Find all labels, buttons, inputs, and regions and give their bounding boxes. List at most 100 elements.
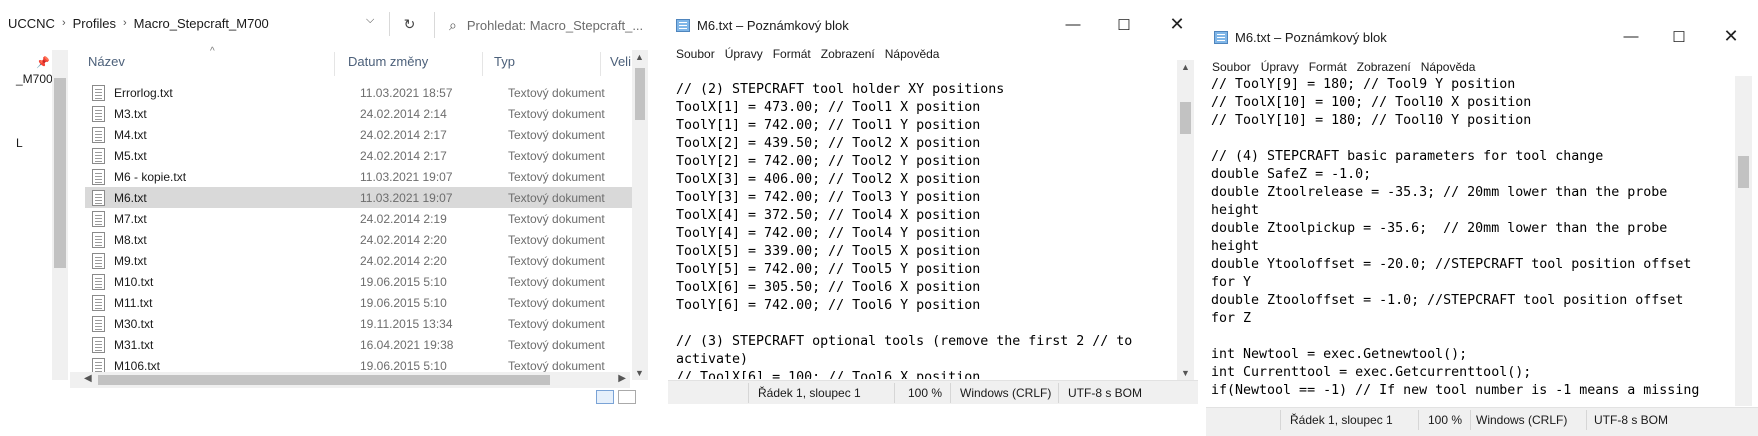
maximize-icon[interactable]: ☐ <box>1109 16 1139 34</box>
nav-scrollbar-thumb[interactable] <box>54 78 66 268</box>
nav-item[interactable]: _M700 <box>16 72 53 86</box>
vertical-scrollbar[interactable]: ▲ ▼ <box>1177 60 1194 380</box>
breadcrumb[interactable]: UCCNC › Profiles › Macro_Stepcraft_M700 <box>8 10 442 36</box>
menu-item[interactable]: Formát <box>773 47 811 61</box>
text-line <box>1211 130 1731 148</box>
column-header-name[interactable]: Název <box>88 54 125 76</box>
file-type: Textový dokument <box>508 190 605 205</box>
vertical-scrollbar[interactable] <box>1735 76 1752 406</box>
text-line: activate) <box>676 352 749 367</box>
nav-item[interactable]: L <box>16 136 23 150</box>
file-row[interactable]: M8.txt 24.02.2014 2:20 Textový dokument <box>85 229 632 250</box>
maximize-icon[interactable]: ☐ <box>1664 28 1694 46</box>
file-row[interactable]: M11.txt 19.06.2015 5:10 Textový dokument <box>85 292 632 313</box>
breadcrumb-item[interactable]: UCCNC <box>8 16 55 31</box>
search-input[interactable]: ⌕ Prohledat: Macro_Stepcraft_... <box>434 12 644 38</box>
details-view-icon[interactable] <box>596 390 614 404</box>
menu-item[interactable]: Nápověda <box>885 47 940 61</box>
text-file-icon <box>92 105 105 122</box>
status-bar: Řádek 1, sloupec 1 100 % Windows (CRLF) … <box>1206 407 1758 436</box>
file-row[interactable]: M6 - kopie.txt 11.03.2021 19:07 Textový do… <box>85 166 632 187</box>
text-line: for Y <box>1211 275 1252 290</box>
file-row[interactable]: M10.txt 19.06.2015 5:10 Textový dokument <box>85 271 632 292</box>
file-type: Textový dokument <box>508 337 605 352</box>
file-date: 11.03.2021 19:07 <box>360 169 453 184</box>
column-divider[interactable] <box>482 52 483 76</box>
window-title-text: M6.txt – Poznámkový blok <box>697 18 849 33</box>
text-line: for Z <box>1211 311 1252 326</box>
text-line: height <box>1211 203 1260 218</box>
scroll-left-icon[interactable]: ◀ <box>84 373 92 384</box>
file-date: 24.02.2014 2:17 <box>360 148 447 163</box>
file-row[interactable]: M4.txt 24.02.2014 2:17 Textový dokument <box>85 124 632 145</box>
file-type: Textový dokument <box>508 148 605 163</box>
text-line <box>1211 328 1731 346</box>
file-row[interactable]: M7.txt 24.02.2014 2:19 Textový dokument <box>85 208 632 229</box>
file-type: Textový dokument <box>508 211 605 226</box>
column-header-type[interactable]: Typ <box>494 54 515 76</box>
file-row[interactable]: M30.txt 19.11.2015 13:34 Textový dokument <box>85 313 632 334</box>
chevron-down-icon[interactable]: ⌵ <box>366 14 374 27</box>
breadcrumb-item[interactable]: Macro_Stepcraft_M700 <box>134 16 269 31</box>
vertical-scrollbar[interactable]: ▲ ▼ <box>632 50 648 380</box>
menu-item[interactable]: Zobrazení <box>1357 60 1411 74</box>
menu-item[interactable]: Nápověda <box>1421 60 1476 74</box>
text-line: ToolX[5] = 339.00; // Tool5 X position <box>676 244 981 259</box>
file-row[interactable]: Errorlog.txt 11.03.2021 18:57 Textový doku… <box>85 82 632 103</box>
text-editor[interactable]: // ToolY[9] = 180; // Tool9 Y position //… <box>1211 76 1731 408</box>
menu-item[interactable]: Úpravy <box>725 47 763 61</box>
text-line: ToolY[2] = 742.00; // Tool2 Y position <box>676 154 981 169</box>
column-header-date[interactable]: Datum změny <box>348 54 428 76</box>
nav-scrollbar[interactable] <box>52 50 68 380</box>
scroll-up-icon[interactable]: ▲ <box>1181 62 1190 72</box>
file-row[interactable]: M9.txt 24.02.2014 2:20 Textový dokument <box>85 250 632 271</box>
text-line: int Newtool = exec.Getnewtool(); <box>1211 347 1468 362</box>
file-row[interactable]: M3.txt 24.02.2014 2:14 Textový dokument <box>85 103 632 124</box>
text-editor[interactable]: // (2) STEPCRAFT tool holder XY position… <box>676 81 1176 379</box>
column-divider[interactable] <box>334 52 335 76</box>
file-type: Textový dokument <box>508 127 605 142</box>
scrollbar-thumb[interactable] <box>1180 102 1191 134</box>
column-header-size[interactable]: Veli <box>610 54 631 76</box>
file-row[interactable]: M31.txt 16.04.2021 19:38 Textový dokument <box>85 334 632 355</box>
scrollbar-thumb[interactable] <box>1738 156 1749 188</box>
refresh-icon[interactable]: ↻ <box>389 12 429 36</box>
menu-item[interactable]: Úpravy <box>1261 60 1299 74</box>
text-line: int Currenttool = exec.Getcurrenttool(); <box>1211 365 1532 380</box>
text-line: ToolY[5] = 742.00; // Tool5 Y position <box>676 262 981 277</box>
minimize-icon[interactable]: — <box>1058 16 1088 33</box>
breadcrumb-item[interactable]: Profiles <box>73 16 116 31</box>
status-line-ending: Windows (CRLF) <box>960 386 1052 400</box>
scroll-up-icon[interactable]: ▲ <box>635 52 644 62</box>
menu-item[interactable]: Formát <box>1309 60 1347 74</box>
file-name: M31.txt <box>114 337 154 352</box>
text-line: // (4) STEPCRAFT basic parameters for to… <box>1211 149 1604 164</box>
pin-icon[interactable]: 📌 <box>36 56 50 69</box>
text-line: ToolX[3] = 406.00; // Tool2 X position <box>676 172 981 187</box>
text-line: // ToolX[10] = 100; // Tool10 X position <box>1211 95 1532 110</box>
title-bar[interactable]: M6.txt – Poznámkový blok — ☐ ✕ <box>1206 0 1758 46</box>
title-bar[interactable]: M6.txt – Poznámkový blok — ☐ ✕ <box>668 0 1198 36</box>
close-icon[interactable]: ✕ <box>1162 14 1192 35</box>
menu-item[interactable]: Soubor <box>676 47 715 61</box>
scroll-right-icon[interactable]: ▶ <box>618 373 626 384</box>
minimize-icon[interactable]: — <box>1616 28 1646 45</box>
menu-item[interactable]: Soubor <box>1212 60 1251 74</box>
scrollbar-thumb[interactable] <box>635 68 645 120</box>
status-zoom: 100 % <box>1428 413 1463 427</box>
tiles-view-icon[interactable] <box>618 390 636 404</box>
horizontal-scrollbar[interactable]: ◀ ▶ <box>70 372 630 388</box>
close-icon[interactable]: ✕ <box>1716 26 1746 47</box>
file-row[interactable]: M5.txt 24.02.2014 2:17 Textový dokument <box>85 145 632 166</box>
menu-bar: Soubor Úpravy Formát Zobrazení Nápověda <box>1206 57 1758 77</box>
view-buttons <box>596 390 640 406</box>
file-type: Textový dokument <box>508 232 605 247</box>
window-title: M6.txt – Poznámkový blok <box>1214 30 1387 45</box>
column-divider[interactable] <box>600 52 601 76</box>
scrollbar-thumb[interactable] <box>98 375 550 385</box>
menu-item[interactable]: Zobrazení <box>821 47 875 61</box>
scroll-down-icon[interactable]: ▼ <box>1181 368 1190 378</box>
scroll-down-icon[interactable]: ▼ <box>635 368 644 378</box>
file-row[interactable]: M6.txt 11.03.2021 19:07 Textový dokument <box>85 187 632 208</box>
text-line: // (3) STEPCRAFT optional tools (remove … <box>676 334 1133 349</box>
